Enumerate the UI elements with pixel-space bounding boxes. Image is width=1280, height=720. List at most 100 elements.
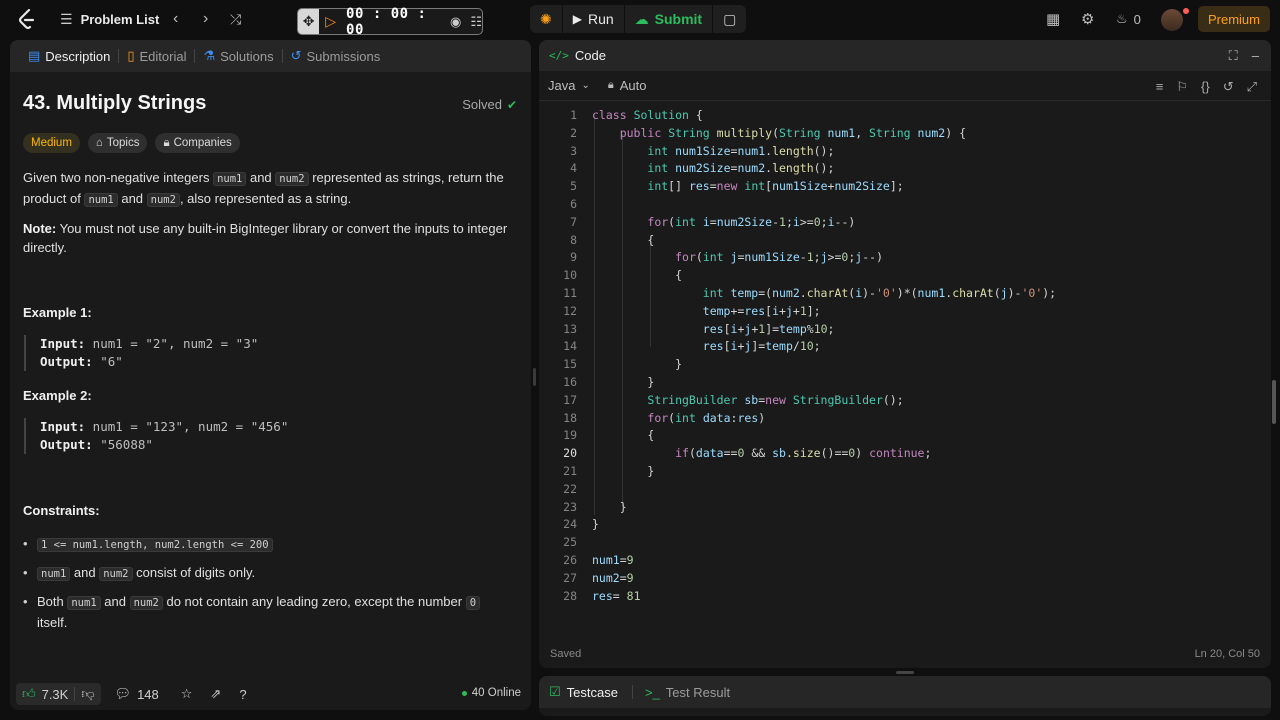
tab-solutions[interactable]: ⚗ Solutions — [195, 40, 281, 72]
text: itself. — [37, 615, 68, 630]
tab-submissions[interactable]: ↺ Submissions — [283, 40, 389, 72]
code-line[interactable]: 28 res= 81 — [539, 588, 1271, 606]
code-line[interactable]: 20 if(data==0 && sb.size()==0) continue; — [539, 445, 1271, 463]
code-line[interactable]: 7 for(int i=num2Size-1;i>=0;i--) — [539, 214, 1271, 232]
code-line[interactable]: 16 } — [539, 374, 1271, 392]
code-line[interactable]: 10 { — [539, 267, 1271, 285]
next-problem-icon[interactable]: › — [203, 0, 208, 38]
language-label: Java — [548, 78, 576, 93]
code-line[interactable]: 4 int num2Size=num2.length(); — [539, 160, 1271, 178]
tab-test-result[interactable]: >_ Test Result — [645, 685, 730, 700]
sliders-icon[interactable]: ☷ — [470, 14, 482, 30]
code-text: } — [592, 464, 655, 478]
scrollbar[interactable] — [1272, 380, 1276, 424]
like-button[interactable]: 👍︎ 7.3K 👎︎ — [16, 683, 101, 705]
line-number: 13 — [563, 321, 577, 336]
tab-submissions-label: Submissions — [306, 48, 381, 64]
code-text: res[i+j]=temp/10; — [702, 339, 821, 354]
thumbs-down-icon[interactable]: 👎︎ — [81, 686, 94, 702]
description-panel: ▤ Description ▯ Editorial ⚗ Solutions ↺ … — [10, 40, 531, 710]
code-line[interactable]: 2 public String multiply(String num1, St… — [539, 125, 1271, 143]
code-line[interactable]: 1 class Solution { — [539, 107, 1271, 125]
tab-editorial[interactable]: ▯ Editorial — [119, 40, 194, 72]
code-line[interactable]: 12 temp+=res[i+j+1]; — [539, 303, 1271, 321]
bookmark-icon[interactable]: ⚐ — [1176, 79, 1188, 95]
comments-button[interactable]: 💬︎ 148 — [115, 686, 159, 702]
companies-chip[interactable]: 🔒︎ Companies — [155, 133, 240, 153]
help-icon[interactable]: ? — [239, 687, 246, 702]
code-line[interactable]: 15 } — [539, 356, 1271, 374]
submit-button[interactable]: ☁ Submit — [625, 5, 712, 33]
shuffle-icon[interactable]: ⤮ — [230, 0, 241, 38]
code-line[interactable]: 19 { — [539, 427, 1271, 445]
eye-icon[interactable]: ◉ — [450, 14, 461, 30]
expand-icon[interactable]: ⤢ — [1247, 79, 1257, 95]
online-count: 40 Online — [461, 687, 521, 699]
notes-button[interactable]: ▢ — [713, 5, 746, 33]
maximize-icon[interactable]: ⛶ — [1229, 48, 1238, 64]
tab-testcase[interactable]: ☑ Testcase — [549, 684, 618, 700]
code-line[interactable]: 11 int temp=(num2.charAt(i)-'0')*(num1.c… — [539, 285, 1271, 303]
code-line[interactable]: 22 — [539, 481, 1271, 499]
code-line[interactable]: 14 res[i+j]=temp/10; — [539, 338, 1271, 356]
code-text: for(int j=num1Size-1;j>=0;j--) — [675, 250, 883, 265]
code-panel-header: </> Code — [539, 40, 1271, 71]
notes-icon: ▢ — [723, 10, 737, 27]
code-line[interactable]: 17 StringBuilder sb=new StringBuilder(); — [539, 392, 1271, 410]
line-number: 26 — [563, 553, 577, 567]
constraint-item: • 1 <= num1.length, num2.length <= 200 — [23, 534, 518, 555]
document-icon: ▤ — [28, 48, 41, 63]
topics-chip[interactable]: ⌂ Topics — [87, 133, 148, 153]
code-line[interactable]: 9 for(int j=num1Size-1;j>=0;j--) — [539, 249, 1271, 267]
code-line[interactable]: 24} — [539, 516, 1271, 534]
line-number: 27 — [563, 570, 577, 585]
favorite-star-icon[interactable]: ☆ — [181, 686, 193, 702]
thumbs-up-icon: 👍︎ — [22, 686, 36, 701]
code-line[interactable]: 8 { — [539, 232, 1271, 250]
streak-counter[interactable]: ♨ 0 — [1116, 0, 1141, 38]
inline-code: num1 — [84, 193, 118, 207]
layout-icon[interactable]: ▦ — [1046, 0, 1060, 38]
auto-mode-toggle[interactable]: 🔒︎ Auto — [608, 78, 647, 93]
tag-icon: ⌂ — [95, 137, 103, 149]
code-editor[interactable]: 1 class Solution {2 public String multipl… — [539, 107, 1271, 637]
minimize-icon[interactable]: – — [1252, 48, 1259, 64]
code-line[interactable]: 13 res[i+j+1]=temp%10; — [539, 321, 1271, 339]
code-line[interactable]: 18 for(int data:res) — [539, 410, 1271, 428]
like-count: 7.3K — [41, 686, 69, 702]
code-line[interactable]: 3 int num1Size=num1.length(); — [539, 143, 1271, 161]
language-select[interactable]: Java ⌄ — [548, 78, 590, 93]
problem-list-button[interactable]: ☰ Problem List — [60, 0, 159, 38]
play-icon[interactable]: ▷ — [325, 13, 336, 30]
code-header-label: Code — [574, 48, 606, 63]
code-line[interactable]: 25 — [539, 534, 1271, 552]
run-button[interactable]: ▶ Run — [563, 5, 624, 33]
drag-move-icon[interactable]: ✥ — [298, 9, 320, 34]
code-line[interactable]: 5 int[] res=new int[num1Size+num2Size]; — [539, 178, 1271, 196]
settings-gear-icon[interactable]: ⚙ — [1081, 0, 1094, 38]
panel-drag-handle[interactable] — [896, 671, 914, 674]
braces-icon[interactable]: {} — [1201, 79, 1210, 95]
code-line[interactable]: 21 } — [539, 463, 1271, 481]
leetcode-logo-icon[interactable] — [18, 0, 38, 38]
test-panel: ☑ Testcase >_ Test Result — [539, 676, 1271, 716]
format-icon[interactable]: ≡ — [1156, 79, 1164, 95]
output-label: Output: — [40, 437, 93, 452]
line-number: 6 — [570, 197, 577, 211]
reset-icon[interactable]: ↺ — [1223, 79, 1234, 95]
code-line[interactable]: 26 num1=9 — [539, 552, 1271, 570]
description-footer: 👍︎ 7.3K 👎︎ 💬︎ 148 ☆ ⇗ ? 40 Online — [10, 678, 531, 710]
panel-resize-handle[interactable] — [533, 368, 536, 386]
premium-button[interactable]: Premium — [1198, 6, 1270, 32]
tab-description[interactable]: ▤ Description — [20, 40, 118, 72]
prev-problem-icon[interactable]: ‹ — [173, 0, 178, 38]
fire-icon: ♨ — [1116, 11, 1128, 26]
code-line[interactable]: 23 } — [539, 499, 1271, 517]
avatar[interactable] — [1161, 9, 1183, 31]
share-icon[interactable]: ⇗ — [210, 686, 221, 702]
debug-button[interactable]: ✺ — [530, 5, 562, 33]
companies-label: Companies — [173, 137, 232, 149]
difficulty-badge[interactable]: Medium — [23, 133, 80, 153]
code-line[interactable]: 27 num2=9 — [539, 570, 1271, 588]
code-line[interactable]: 6 — [539, 196, 1271, 214]
